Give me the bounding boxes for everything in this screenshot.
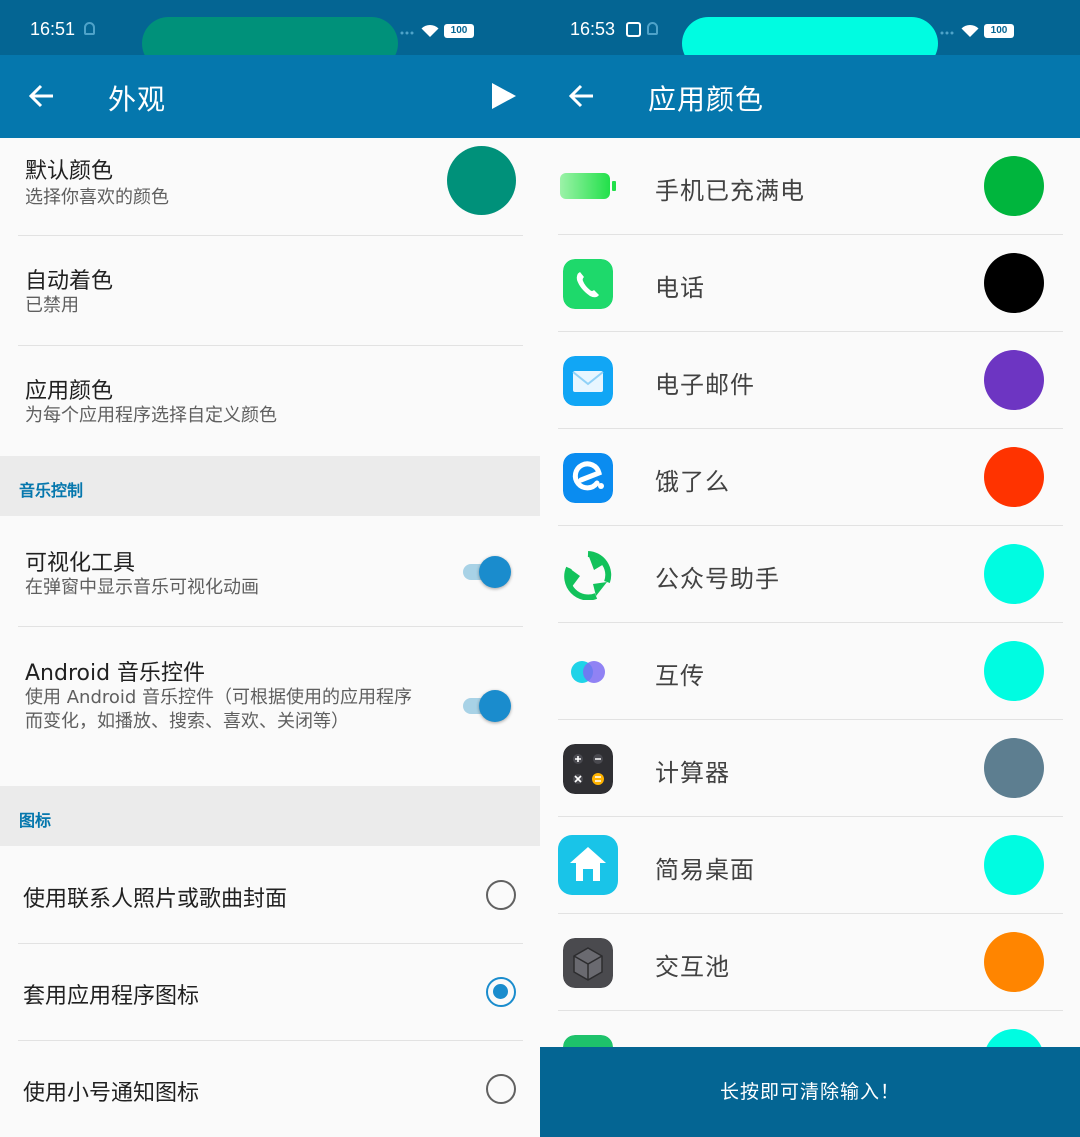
- visualizer-toggle[interactable]: [461, 556, 513, 588]
- app-row-official-account-assistant[interactable]: 公众号助手: [540, 526, 1080, 623]
- status-time: 16:51: [30, 19, 76, 39]
- section-label: 音乐控制: [19, 481, 84, 500]
- app-name: 计算器: [655, 759, 730, 787]
- play-icon[interactable]: [492, 83, 516, 109]
- app-color-swatch[interactable]: [984, 641, 1044, 701]
- battery-icon: 100: [444, 24, 474, 38]
- appearance-screen: 16:51 100 外观 默认颜色 选择你喜欢的颜色 自动着色 已禁用 应用颜色…: [0, 0, 540, 1137]
- page-title: 应用颜色: [648, 83, 765, 116]
- app-color-swatch[interactable]: [984, 350, 1044, 410]
- notification-bell-icon: [647, 22, 658, 35]
- radio-button-selected[interactable]: [486, 977, 516, 1007]
- eleme-icon: [563, 453, 613, 503]
- icon-section-header: 图标: [0, 786, 540, 846]
- option-label: 使用联系人照片或歌曲封面: [23, 887, 288, 912]
- simple-launcher-icon: [558, 835, 618, 895]
- email-icon: [563, 356, 613, 406]
- icon-option-small-icon[interactable]: 使用小号通知图标: [0, 1041, 540, 1137]
- setting-title: 可视化工具: [25, 551, 136, 576]
- icon-option-app-icon[interactable]: 套用应用程序图标: [0, 944, 540, 1041]
- signal-dots-icon: [400, 31, 414, 35]
- battery-icon: 100: [984, 24, 1014, 38]
- app-bar: 应用颜色: [540, 55, 1080, 138]
- app-name: 交互池: [655, 953, 730, 981]
- app-color-swatch[interactable]: [984, 835, 1044, 895]
- status-bar: 16:51 100: [0, 0, 540, 70]
- wifi-icon: [421, 24, 439, 37]
- signal-dots-icon: [940, 31, 954, 35]
- app-row-simple-launcher[interactable]: 简易桌面: [540, 817, 1080, 914]
- app-name: 手机已充满电: [655, 177, 805, 205]
- app-row-email[interactable]: 电子邮件: [540, 332, 1080, 429]
- setting-title: 默认颜色: [25, 159, 114, 184]
- calculator-icon: [563, 744, 613, 794]
- status-bar: 16:53 100: [540, 0, 1080, 70]
- back-arrow-icon[interactable]: [28, 82, 56, 110]
- setting-title: 应用颜色: [25, 379, 114, 404]
- icon-option-contact-photo[interactable]: 使用联系人照片或歌曲封面: [0, 846, 540, 943]
- app-notification-icon: [626, 22, 641, 37]
- setting-subtitle: 为每个应用程序选择自定义颜色: [25, 405, 277, 426]
- app-row-battery[interactable]: 手机已充满电: [540, 138, 1080, 235]
- wifi-icon: [961, 24, 979, 37]
- android-music-controls-setting[interactable]: Android 音乐控件 使用 Android 音乐控件（可根据使用的应用程序而…: [0, 627, 540, 786]
- option-label: 套用应用程序图标: [23, 984, 200, 1009]
- music-section-header: 音乐控制: [0, 456, 540, 516]
- app-colors-setting[interactable]: 应用颜色 为每个应用程序选择自定义颜色: [0, 346, 540, 456]
- toast-message: 长按即可清除输入！: [540, 1047, 1080, 1137]
- radio-button[interactable]: [486, 880, 516, 910]
- app-name: 饿了么: [655, 468, 730, 496]
- wechat-assistant-icon: [564, 551, 612, 600]
- settings-list: 默认颜色 选择你喜欢的颜色 自动着色 已禁用 应用颜色 为每个应用程序选择自定义…: [0, 138, 540, 1137]
- setting-subtitle: 选择你喜欢的颜色: [25, 187, 169, 208]
- setting-title: 自动着色: [25, 269, 114, 294]
- setting-subtitle: 在弹窗中显示音乐可视化动画: [25, 577, 259, 598]
- default-color-setting[interactable]: 默认颜色 选择你喜欢的颜色: [0, 138, 540, 236]
- setting-subtitle: 已禁用: [25, 295, 79, 316]
- app-row-interaction-pool[interactable]: 交互池: [540, 914, 1080, 1011]
- app-row-eleme[interactable]: 饿了么: [540, 429, 1080, 526]
- app-color-swatch[interactable]: [984, 156, 1044, 216]
- auto-tint-setting[interactable]: 自动着色 已禁用: [0, 236, 540, 346]
- notification-bell-icon: [84, 22, 95, 35]
- app-color-swatch[interactable]: [984, 447, 1044, 507]
- app-color-list: 手机已充满电 电话 电子邮件 饿了么 公众号助手 互传 计算器 简易桌面 交互池: [540, 138, 1080, 1137]
- battery-full-icon: [560, 173, 616, 199]
- android-music-controls-toggle[interactable]: [461, 690, 513, 722]
- default-color-swatch[interactable]: [447, 146, 516, 215]
- visualizer-setting[interactable]: 可视化工具 在弹窗中显示音乐可视化动画: [0, 516, 540, 626]
- setting-subtitle: 使用 Android 音乐控件（可根据使用的应用程序而变化，如播放、搜索、喜欢、…: [25, 687, 413, 732]
- app-name: 电话: [655, 274, 705, 302]
- option-label: 使用小号通知图标: [23, 1081, 200, 1106]
- phone-icon: [563, 259, 613, 309]
- app-name: 互传: [655, 662, 705, 690]
- app-colors-screen: 16:53 100 应用颜色 手机已充满电 电话 电子邮件 饿了么 公众号助手 …: [540, 0, 1080, 1137]
- radio-button[interactable]: [486, 1074, 516, 1104]
- app-row-transfer[interactable]: 互传: [540, 623, 1080, 720]
- app-name: 电子邮件: [655, 371, 755, 399]
- toggle-thumb: [479, 556, 511, 588]
- app-name: 公众号助手: [655, 565, 780, 593]
- transfer-icon: [571, 661, 605, 683]
- interaction-pool-icon: [563, 938, 613, 988]
- toggle-thumb: [479, 690, 511, 722]
- app-row-phone[interactable]: 电话: [540, 235, 1080, 332]
- setting-title: Android 音乐控件: [25, 661, 206, 686]
- app-color-swatch[interactable]: [984, 738, 1044, 798]
- app-bar: 外观: [0, 55, 540, 138]
- back-arrow-icon[interactable]: [568, 82, 596, 110]
- status-time: 16:53: [570, 19, 616, 39]
- app-color-swatch[interactable]: [984, 932, 1044, 992]
- app-name: 简易桌面: [655, 856, 755, 884]
- section-label: 图标: [19, 811, 52, 830]
- app-row-calculator[interactable]: 计算器: [540, 720, 1080, 817]
- page-title: 外观: [108, 83, 167, 116]
- app-color-swatch[interactable]: [984, 544, 1044, 604]
- app-color-swatch[interactable]: [984, 253, 1044, 313]
